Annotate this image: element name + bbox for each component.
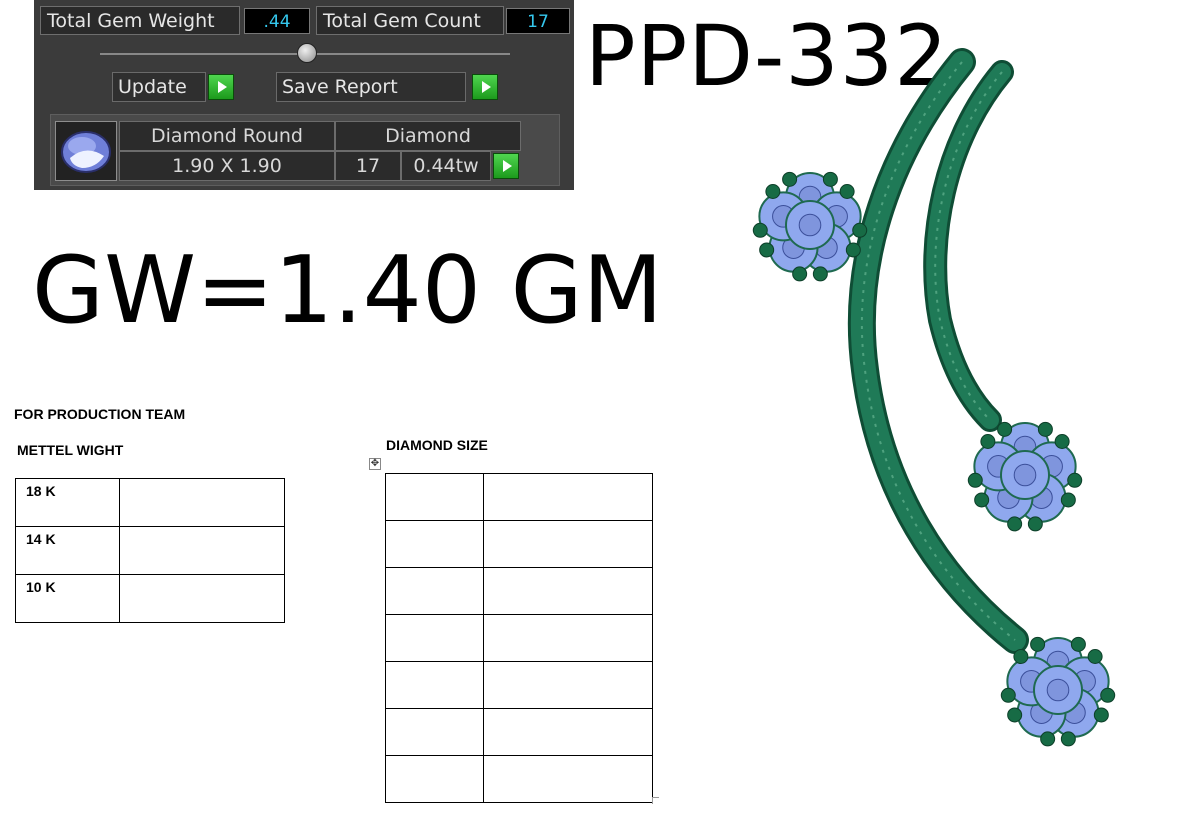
weight-input-cell[interactable] xyxy=(119,574,285,623)
update-button-label: Update xyxy=(118,76,187,98)
table-row: 14 K xyxy=(15,526,285,575)
table-resize-icon[interactable] xyxy=(652,797,659,804)
diamond-qty-cell[interactable] xyxy=(483,708,653,756)
prong xyxy=(1100,687,1116,703)
diamond-size-cell[interactable] xyxy=(385,661,484,709)
diamond-size-heading: DIAMOND SIZE xyxy=(386,437,488,453)
prong xyxy=(997,421,1013,437)
diamond-stone xyxy=(1000,450,1050,500)
diamond-qty-cell[interactable] xyxy=(483,755,653,803)
prong xyxy=(1060,492,1076,508)
gem-count-cell: 17 xyxy=(335,151,401,181)
prong xyxy=(1067,472,1083,488)
prong xyxy=(1013,649,1029,665)
prong xyxy=(759,242,775,258)
diamond-qty-cell[interactable] xyxy=(483,520,653,568)
prong xyxy=(1030,636,1046,652)
earring-wires xyxy=(847,48,1029,654)
slider-handle[interactable] xyxy=(297,43,317,63)
round-diamond-icon xyxy=(55,121,117,181)
earring-render xyxy=(752,48,1116,747)
diamond-qty-cell[interactable] xyxy=(483,614,653,662)
total-gem-count-label: Total Gem Count xyxy=(316,6,504,35)
karat-cell: 14 K xyxy=(15,526,120,575)
total-gem-count-value: 17 xyxy=(506,8,570,34)
gem-list-row[interactable]: Diamond Round Diamond 1.90 X 1.90 17 0.4… xyxy=(50,114,560,186)
update-button[interactable]: Update xyxy=(112,72,206,102)
table-row xyxy=(385,473,653,521)
weight-input-cell[interactable] xyxy=(119,526,285,575)
table-move-icon[interactable]: ✥ xyxy=(369,458,381,470)
prong xyxy=(1027,516,1043,532)
gross-weight: GW=1.40 GM xyxy=(32,236,663,344)
table-row xyxy=(385,708,653,756)
metal-weight-table: 18 K 14 K 10 K xyxy=(15,478,285,623)
gem-size-cell: 1.90 X 1.90 xyxy=(119,151,335,181)
diamond-stone xyxy=(1033,665,1083,715)
gem-weight-cell: 0.44tw xyxy=(401,151,491,181)
prong xyxy=(980,434,996,450)
prong xyxy=(974,492,990,508)
diamond-qty-cell[interactable] xyxy=(483,473,653,521)
production-team-heading: FOR PRODUCTION TEAM xyxy=(14,406,186,422)
diamond-size-cell[interactable] xyxy=(385,708,484,756)
prong xyxy=(1054,434,1070,450)
karat-cell: 18 K xyxy=(15,478,120,527)
prong xyxy=(782,171,798,187)
table-row xyxy=(385,755,653,803)
prong xyxy=(752,222,768,238)
diamond-size-cell[interactable] xyxy=(385,520,484,568)
diamond-size-table xyxy=(385,473,653,803)
update-go-icon[interactable] xyxy=(208,74,234,100)
table-row: 18 K xyxy=(15,478,285,527)
prong xyxy=(812,266,828,282)
diamond-size-cell[interactable] xyxy=(385,567,484,615)
prong xyxy=(822,171,838,187)
total-gem-weight-label: Total Gem Weight xyxy=(40,6,240,35)
prong xyxy=(1000,687,1016,703)
prong xyxy=(839,184,855,200)
diamond-size-cell[interactable] xyxy=(385,755,484,803)
save-report-button[interactable]: Save Report xyxy=(276,72,466,102)
diamond-qty-cell[interactable] xyxy=(483,661,653,709)
prong xyxy=(765,184,781,200)
prong xyxy=(1093,707,1109,723)
gem-shape-cell: Diamond Round xyxy=(119,121,335,151)
prong xyxy=(1070,636,1086,652)
prong xyxy=(1040,731,1056,747)
diamond-size-cell[interactable] xyxy=(385,473,484,521)
prong xyxy=(1060,731,1076,747)
prong xyxy=(792,266,808,282)
save-report-go-icon[interactable] xyxy=(472,74,498,100)
gem-report-panel: Total Gem Weight .44 Total Gem Count 17 … xyxy=(34,0,574,190)
metal-weight-heading: METTEL WIGHT xyxy=(17,442,124,458)
karat-cell: 10 K xyxy=(15,574,120,623)
prong xyxy=(1037,421,1053,437)
total-gem-weight-value: .44 xyxy=(244,8,310,34)
table-row: 10 K xyxy=(15,574,285,623)
prong xyxy=(1087,649,1103,665)
gem-material-cell: Diamond xyxy=(335,121,521,151)
table-row xyxy=(385,520,653,568)
table-row xyxy=(385,567,653,615)
table-row xyxy=(385,661,653,709)
diamond-size-cell[interactable] xyxy=(385,614,484,662)
save-report-button-label: Save Report xyxy=(282,76,398,98)
weight-input-cell[interactable] xyxy=(119,478,285,527)
diamond-stone xyxy=(785,200,835,250)
prong xyxy=(1007,516,1023,532)
prong xyxy=(967,472,983,488)
prong xyxy=(852,222,868,238)
table-row xyxy=(385,614,653,662)
diamond-qty-cell[interactable] xyxy=(483,567,653,615)
gem-row-go-icon[interactable] xyxy=(493,153,519,179)
prong xyxy=(1007,707,1023,723)
prong xyxy=(845,242,861,258)
